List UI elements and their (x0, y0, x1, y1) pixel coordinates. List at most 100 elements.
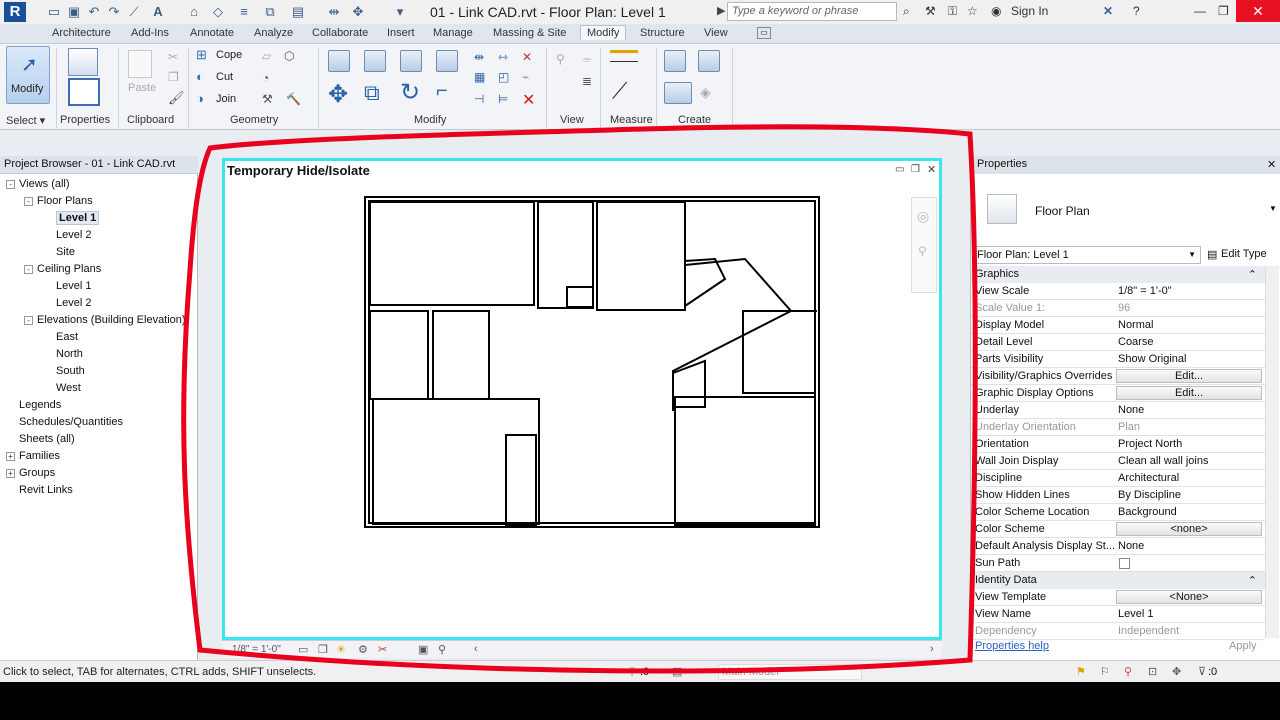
property-row[interactable]: View Name Level 1 (971, 606, 1265, 623)
exchange-icon[interactable]: ✕ (1103, 4, 1113, 18)
properties-scrollbar[interactable] (1265, 266, 1279, 638)
switch-windows-icon[interactable]: ▤ (290, 4, 306, 20)
floor-plan-view[interactable]: Temporary Hide/Isolate ▭ ❐ ✕ ◎ ⚲ (222, 158, 942, 640)
property-row[interactable]: Underlay Orientation Plan (971, 419, 1265, 436)
property-edit-button[interactable]: <None> (1116, 590, 1262, 604)
property-row[interactable]: Scale Value 1: 96 (971, 300, 1265, 317)
tree-item[interactable]: South (0, 363, 198, 380)
cope-button[interactable]: Cope (216, 49, 242, 61)
property-row[interactable]: Underlay None (971, 402, 1265, 419)
open-icon[interactable]: ▭ (46, 4, 62, 20)
cut-geometry-icon[interactable]: ◐ (196, 69, 204, 84)
visual-style-icon[interactable]: ❐ (318, 643, 328, 656)
tab-structure[interactable]: Structure (634, 26, 691, 40)
close-hidden-icon[interactable]: ⧉ (262, 4, 278, 20)
tree-item[interactable]: - Ceiling Plans (0, 261, 198, 278)
tree-item[interactable]: North (0, 346, 198, 363)
property-value[interactable]: 1/8" = 1'-0" (1118, 285, 1172, 297)
property-row[interactable]: Discipline Architectural (971, 470, 1265, 487)
edit-type-button[interactable]: ▤ Edit Type (1207, 246, 1269, 264)
tree-item[interactable]: Site (0, 244, 198, 261)
trim-single-icon[interactable]: ⊣ (474, 92, 484, 106)
property-value[interactable]: None (1118, 404, 1144, 416)
property-row[interactable]: Show Hidden Lines By Discipline (971, 487, 1265, 504)
cope-icon[interactable]: ⊞ (196, 47, 207, 63)
join-icon[interactable]: ◑ (196, 91, 204, 106)
tree-item[interactable]: Schedules/Quantities (0, 414, 198, 431)
remove-paint-icon[interactable]: 🔨 (286, 92, 301, 106)
view-scale-label[interactable]: 1/8" = 1'-0" (232, 644, 281, 655)
unpin-icon[interactable]: ⌁ (522, 70, 529, 84)
select-underlay-icon[interactable]: ⚐ (1100, 665, 1110, 678)
tree-item[interactable]: Level 1 (0, 210, 198, 227)
paste-label[interactable]: Paste (128, 82, 156, 94)
ribbon-minimize-icon[interactable]: ▭ (757, 27, 771, 39)
property-group-header[interactable]: Graphics ⌃ (971, 266, 1265, 283)
cut-button[interactable]: Cut (216, 71, 233, 83)
scale-icon[interactable]: ◰ (498, 70, 509, 84)
title-nav-arrow-icon[interactable]: ▶ (717, 4, 725, 17)
create-group-icon[interactable] (664, 82, 692, 104)
tab-annotate[interactable]: Annotate (184, 26, 240, 40)
tree-item[interactable]: Level 2 (0, 295, 198, 312)
favorites-star-icon[interactable]: ☆ (967, 4, 978, 18)
select-links-icon[interactable]: ⚑ (1076, 665, 1086, 678)
demolish-icon[interactable]: ⚒ (262, 92, 273, 106)
type-selector-dropdown-icon[interactable]: ▼ (1269, 204, 1277, 213)
worksets-icon[interactable]: ⚲ (628, 665, 636, 678)
property-value[interactable]: None (1118, 540, 1144, 552)
tab-add-ins[interactable]: Add-Ins (125, 26, 175, 40)
property-row[interactable]: Detail Level Coarse (971, 334, 1265, 351)
tab-modify[interactable]: Modify (580, 25, 627, 40)
sign-in-link[interactable]: Sign In (1011, 4, 1048, 18)
type-selector[interactable]: Floor Plan (1035, 204, 1090, 218)
tree-item[interactable]: - Views (all) (0, 176, 198, 193)
property-row[interactable]: View Scale 1/8" = 1'-0" (971, 283, 1265, 300)
redo-icon[interactable]: ↷ (106, 4, 122, 20)
tree-item[interactable]: Revit Links (0, 482, 198, 499)
property-value[interactable]: Architectural (1118, 472, 1179, 484)
paint-icon[interactable]: ◔ (262, 71, 269, 85)
linework-icon[interactable]: ≣ (582, 74, 592, 88)
scroll-left-icon[interactable]: ‹ (474, 643, 478, 655)
property-row[interactable]: Color Scheme <none> (971, 521, 1265, 538)
scroll-right-icon[interactable]: › (930, 643, 934, 655)
property-value[interactable]: Project North (1118, 438, 1182, 450)
properties-button-icon[interactable] (68, 78, 100, 106)
trim-extend-icon[interactable]: ⌐ (436, 80, 448, 103)
collapse-icon[interactable]: - (6, 179, 15, 189)
tab-massing-site[interactable]: Massing & Site (487, 26, 572, 40)
properties-help-link[interactable]: Properties help (975, 640, 1049, 652)
trim-multiple-icon[interactable]: ⊨ (498, 92, 508, 106)
tree-item[interactable]: + Groups (0, 465, 198, 482)
move-icon[interactable]: ✥ (350, 4, 366, 20)
property-row[interactable]: Parts Visibility Show Original (971, 351, 1265, 368)
array-icon[interactable]: ▦ (474, 70, 485, 84)
aligned-dimension-icon[interactable]: ⟋ (612, 78, 627, 104)
revit-logo-icon[interactable]: R (4, 2, 26, 22)
property-edit-button[interactable]: <none> (1116, 522, 1262, 536)
property-row[interactable]: View Template <None> (971, 589, 1265, 606)
tab-analyze[interactable]: Analyze (248, 26, 299, 40)
property-value[interactable]: Show Original (1118, 353, 1186, 365)
sun-path-icon[interactable]: ☀ (336, 643, 346, 656)
property-value[interactable]: Level 1 (1118, 608, 1153, 620)
modify-tool-button[interactable]: ➚ Modify (6, 46, 50, 104)
text-icon[interactable]: A (150, 4, 166, 20)
collapse-icon[interactable]: - (24, 196, 33, 206)
mirror-draw-icon[interactable] (436, 50, 458, 72)
offset-tool-icon[interactable] (364, 50, 386, 72)
maximize-icon[interactable]: ❐ (1218, 4, 1229, 18)
wall-joins-icon[interactable]: ⬡ (284, 49, 294, 63)
delete-icon[interactable]: ✕ (522, 90, 535, 110)
cut-clip-icon[interactable]: ✂ (168, 50, 178, 64)
align-tool-icon[interactable] (328, 50, 350, 72)
collapse-icon[interactable]: - (24, 264, 33, 274)
pin-icon[interactable]: ✕ (522, 50, 532, 64)
property-row[interactable]: Orientation Project North (971, 436, 1265, 453)
measure-between-icon[interactable] (610, 50, 638, 62)
property-row[interactable]: Default Analysis Display St... None (971, 538, 1265, 555)
tab-view[interactable]: View (698, 26, 734, 40)
tab-collaborate[interactable]: Collaborate (306, 26, 374, 40)
thin-lines-icon[interactable]: ≡ (236, 4, 252, 20)
